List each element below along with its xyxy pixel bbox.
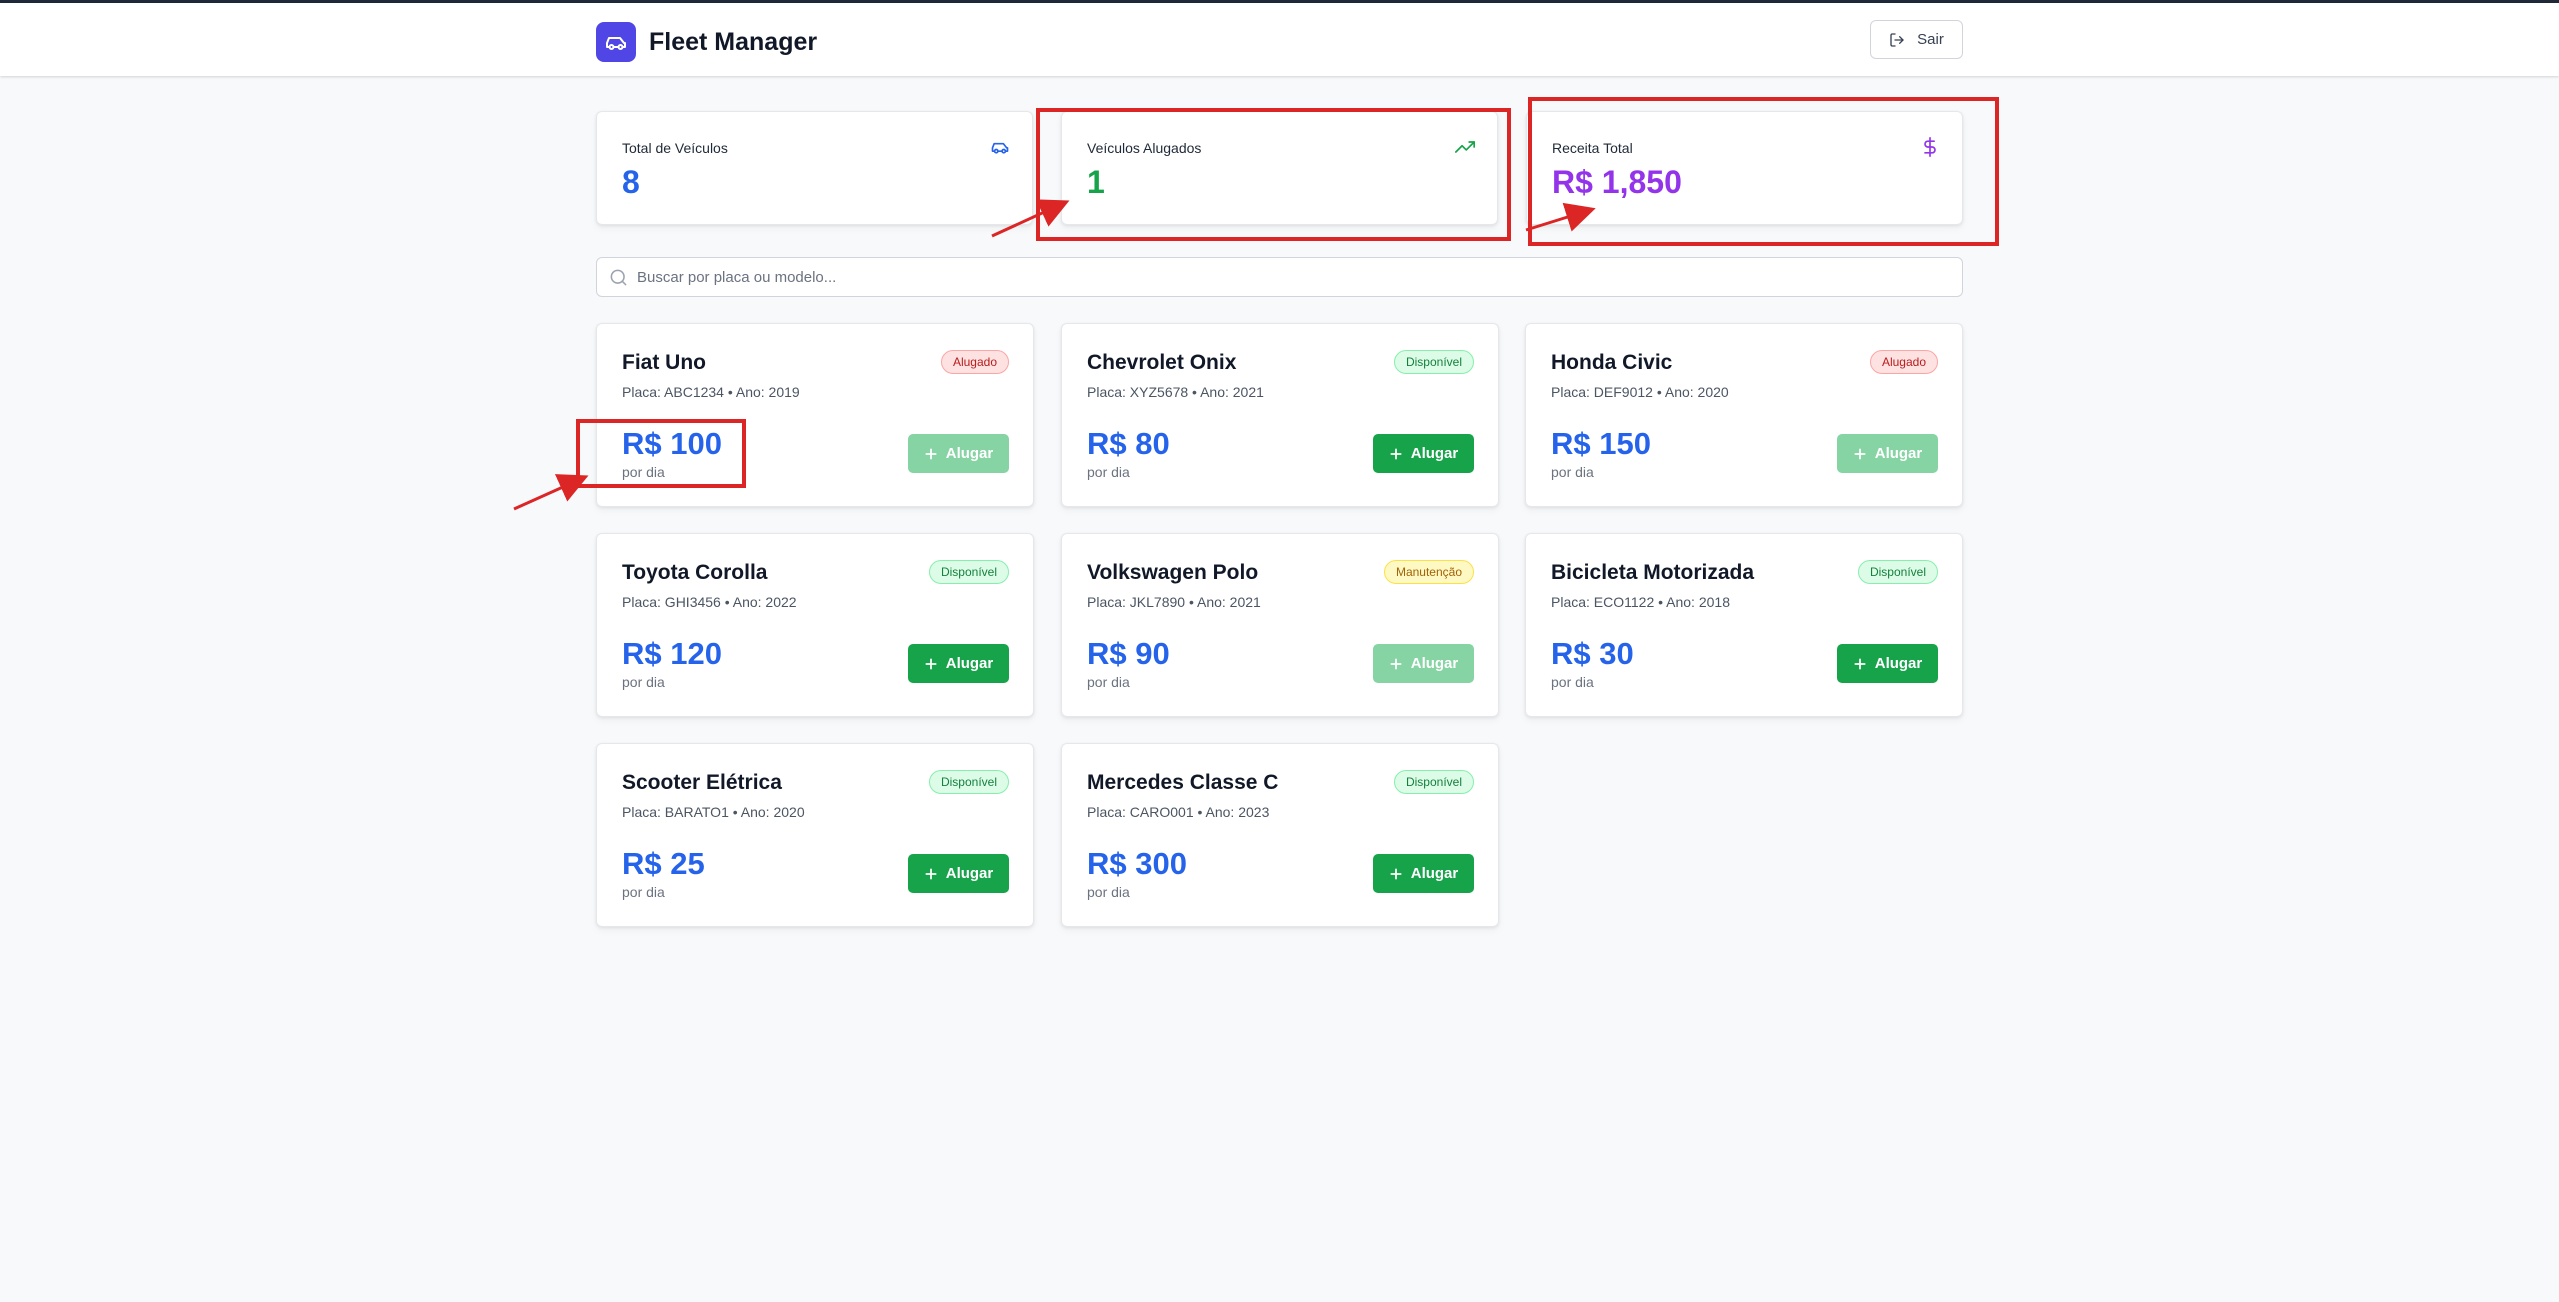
rent-button[interactable]: Alugar: [1373, 644, 1474, 683]
daily-price: R$ 90: [1087, 636, 1170, 671]
rent-button-label: Alugar: [1874, 655, 1923, 672]
plus-icon: [925, 447, 937, 460]
daily-price: R$ 80: [1087, 426, 1170, 461]
vehicle-plate-year: Placa: GHI3456 • Ano: 2022: [622, 594, 797, 610]
stat-label: Total de Veículos: [622, 140, 728, 156]
plus-icon: [1390, 867, 1402, 880]
rent-button[interactable]: Alugar: [908, 434, 1009, 473]
rent-button-label: Alugar: [945, 655, 994, 672]
vehicle-card: Fiat Uno Alugado Placa: ABC1234 • Ano: 2…: [596, 323, 1034, 507]
daily-price: R$ 120: [622, 636, 722, 671]
vehicle-plate-year: Placa: CARO001 • Ano: 2023: [1087, 804, 1270, 820]
daily-price: R$ 100: [622, 426, 722, 461]
vehicle-card: Chevrolet Onix Disponível Placa: XYZ5678…: [1061, 323, 1499, 507]
plus-icon: [1854, 657, 1866, 670]
stat-value: 8: [622, 164, 640, 200]
plus-icon: [1854, 447, 1866, 460]
vehicle-plate-year: Placa: BARATO1 • Ano: 2020: [622, 804, 805, 820]
vehicle-name: Fiat Uno: [622, 351, 706, 374]
status-badge: Alugado: [940, 350, 1009, 374]
stat-value: 1: [1087, 164, 1105, 200]
vehicle-plate-year: Placa: XYZ5678 • Ano: 2021: [1087, 384, 1264, 400]
status-badge: Disponível: [928, 560, 1009, 584]
status-badge: Disponível: [1393, 350, 1474, 374]
logout-icon: [1890, 32, 1904, 47]
rent-button[interactable]: Alugar: [1837, 434, 1938, 473]
rent-button[interactable]: Alugar: [908, 644, 1009, 683]
rent-button-label: Alugar: [945, 865, 994, 882]
vehicle-name: Scooter Elétrica: [622, 771, 782, 794]
dollar-icon: [1920, 137, 1940, 162]
stat-value: R$ 1,850: [1552, 164, 1682, 200]
daily-price: R$ 300: [1087, 846, 1187, 881]
daily-price: R$ 25: [622, 846, 705, 881]
vehicle-plate-year: Placa: JKL7890 • Ano: 2021: [1087, 594, 1261, 610]
plus-icon: [925, 867, 937, 880]
search-bar: [596, 257, 1963, 297]
vehicle-name: Chevrolet Onix: [1087, 351, 1237, 374]
car-icon: [990, 137, 1010, 162]
stat-card-total-vehicles: Total de Veículos 8: [596, 111, 1033, 225]
vehicle-name: Toyota Corolla: [622, 561, 768, 584]
vehicle-plate-year: Placa: DEF9012 • Ano: 2020: [1551, 384, 1729, 400]
status-badge: Disponível: [928, 770, 1009, 794]
vehicle-card: Bicicleta Motorizada Disponível Placa: E…: [1525, 533, 1963, 717]
price-unit: por dia: [1087, 884, 1130, 900]
price-unit: por dia: [622, 464, 665, 480]
plus-icon: [1390, 657, 1402, 670]
price-unit: por dia: [1551, 674, 1594, 690]
rent-button[interactable]: Alugar: [1373, 434, 1474, 473]
vehicle-name: Mercedes Classe C: [1087, 771, 1279, 794]
vehicle-card: Toyota Corolla Disponível Placa: GHI3456…: [596, 533, 1034, 717]
price-unit: por dia: [1087, 464, 1130, 480]
rent-button[interactable]: Alugar: [1373, 854, 1474, 893]
rent-button-label: Alugar: [945, 445, 994, 462]
rent-button[interactable]: Alugar: [1837, 644, 1938, 683]
vehicle-plate-year: Placa: ECO1122 • Ano: 2018: [1551, 594, 1730, 610]
vehicle-card: Honda Civic Alugado Placa: DEF9012 • Ano…: [1525, 323, 1963, 507]
vehicle-name: Honda Civic: [1551, 351, 1673, 374]
price-unit: por dia: [1087, 674, 1130, 690]
rent-button[interactable]: Alugar: [908, 854, 1009, 893]
rent-button-label: Alugar: [1410, 445, 1459, 462]
search-icon: [609, 268, 628, 292]
status-badge: Alugado: [1869, 350, 1938, 374]
price-unit: por dia: [622, 674, 665, 690]
stat-label: Receita Total: [1552, 140, 1633, 156]
rent-button-label: Alugar: [1874, 445, 1923, 462]
rent-button-label: Alugar: [1410, 865, 1459, 882]
annotation-arrow: [513, 474, 589, 511]
plus-icon: [1390, 447, 1402, 460]
vehicle-plate-year: Placa: ABC1234 • Ano: 2019: [622, 384, 800, 400]
stat-card-total-revenue: Receita Total R$ 1,850: [1526, 111, 1963, 225]
vehicle-card: Mercedes Classe C Disponível Placa: CARO…: [1061, 743, 1499, 927]
status-badge: Manutenção: [1383, 560, 1474, 584]
vehicle-card: Scooter Elétrica Disponível Placa: BARAT…: [596, 743, 1034, 927]
daily-price: R$ 150: [1551, 426, 1651, 461]
logout-button[interactable]: Sair: [1870, 20, 1963, 59]
status-badge: Disponível: [1857, 560, 1938, 584]
price-unit: por dia: [622, 884, 665, 900]
car-logo-icon: [596, 22, 636, 62]
trending-up-icon: [1455, 137, 1475, 162]
price-unit: por dia: [1551, 464, 1594, 480]
vehicle-name: Volkswagen Polo: [1087, 561, 1259, 584]
logout-label: Sair: [1917, 31, 1944, 48]
rent-button-label: Alugar: [1410, 655, 1459, 672]
plus-icon: [925, 657, 937, 670]
stat-label: Veículos Alugados: [1087, 140, 1202, 156]
brand: Fleet Manager: [596, 22, 817, 62]
daily-price: R$ 30: [1551, 636, 1634, 671]
vehicle-name: Bicicleta Motorizada: [1551, 561, 1755, 584]
search-input[interactable]: [637, 258, 1937, 296]
vehicle-card: Volkswagen Polo Manutenção Placa: JKL789…: [1061, 533, 1499, 717]
app-title: Fleet Manager: [649, 27, 818, 56]
stat-card-rented-vehicles: Veículos Alugados 1: [1061, 111, 1498, 225]
status-badge: Disponível: [1393, 770, 1474, 794]
app-header: Fleet Manager Sair: [0, 3, 2559, 76]
